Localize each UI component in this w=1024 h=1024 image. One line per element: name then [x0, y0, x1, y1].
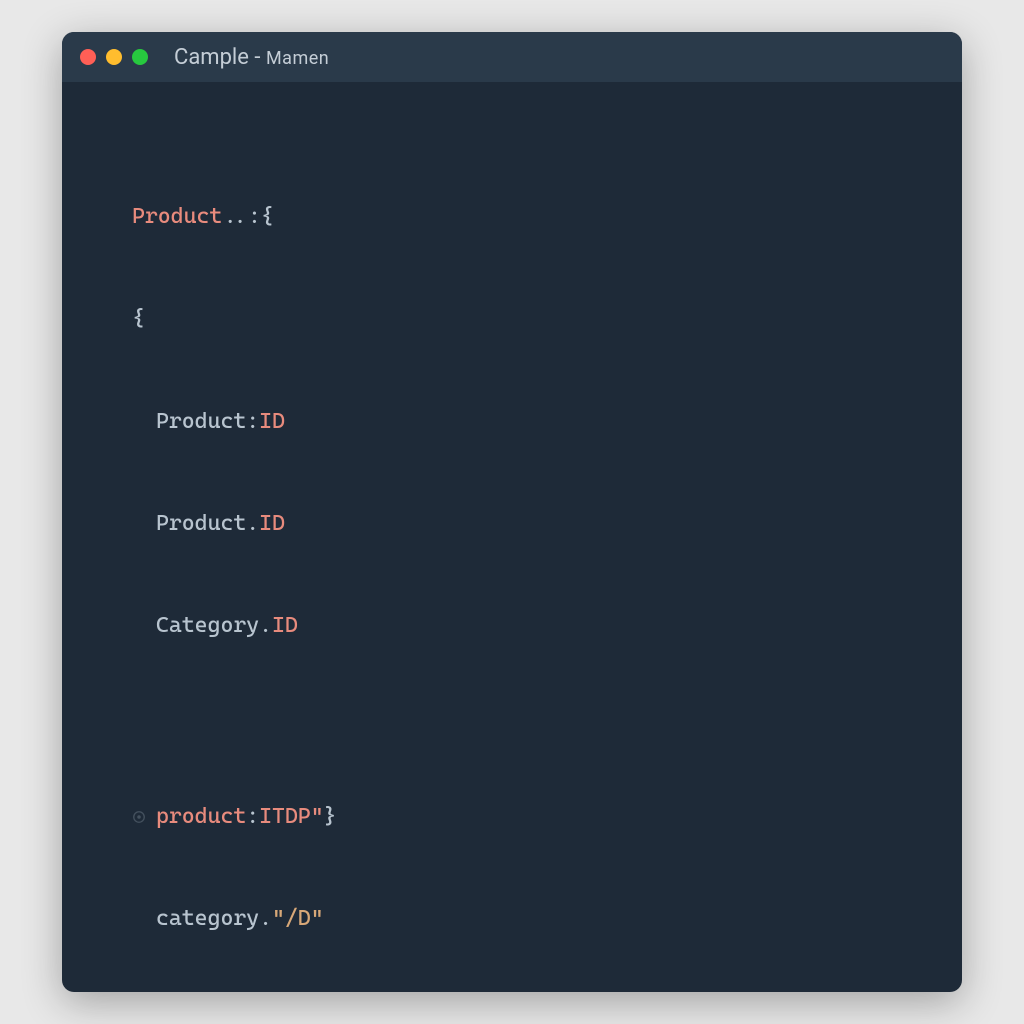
maximize-icon[interactable]	[132, 49, 148, 65]
code-line: Category.ID	[92, 609, 932, 643]
breakpoint-icon[interactable]	[132, 801, 146, 815]
editor-window: Cample - Mamen Product..:{ { Product:ID …	[62, 32, 962, 992]
window-title: Cample - Mamen	[174, 45, 329, 70]
title-separator: -	[249, 45, 266, 70]
code-line: Product..:{	[92, 200, 932, 234]
code-line: Product.ID	[92, 507, 932, 541]
titlebar[interactable]: Cample - Mamen	[62, 32, 962, 82]
title-main: Cample	[174, 45, 249, 70]
close-icon[interactable]	[80, 49, 96, 65]
code-editor[interactable]: Product..:{ { Product:ID Product.ID Cate…	[62, 82, 962, 992]
traffic-lights	[80, 49, 148, 65]
code-line: category."/D"	[92, 902, 932, 936]
title-sub: Mamen	[266, 48, 329, 69]
minimize-icon[interactable]	[106, 49, 122, 65]
code-line: product:ITDP"}	[92, 800, 932, 834]
code-line: Product:ID	[92, 405, 932, 439]
code-line: {	[92, 302, 932, 336]
